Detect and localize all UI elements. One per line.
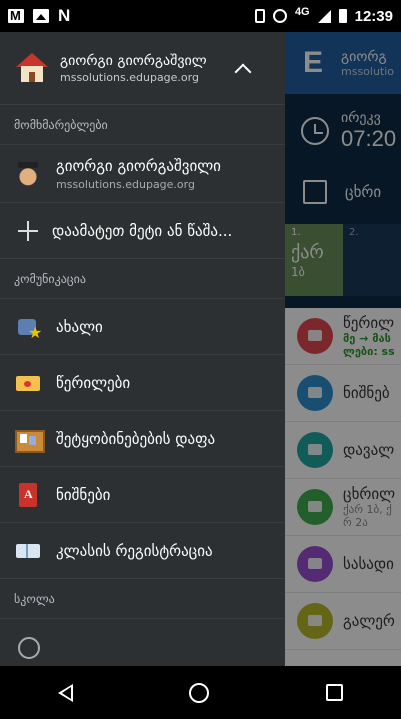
noticeboard-icon <box>14 425 45 453</box>
account-name: გიორგი გიორგაშვილ <box>60 52 207 69</box>
battery-icon <box>338 9 347 23</box>
add-or-remove-account-item[interactable]: დაამატეთ მეტი ან წაშა... <box>0 202 285 258</box>
mail-icon <box>14 369 42 397</box>
network-type: 4G <box>294 6 310 18</box>
navigation-drawer: გიორგი გიორგაშვილ mssolutions.edupage.or… <box>0 32 285 666</box>
menu-item-label: ახალი <box>56 317 103 336</box>
gallery-notification-icon <box>33 9 49 23</box>
menu-item-class-register[interactable]: კლასის რეგისტრაცია <box>0 522 285 578</box>
drawer-scrim[interactable] <box>285 32 401 666</box>
class-register-icon <box>14 537 42 565</box>
section-header-communication: კომუნიკაცია <box>0 258 285 298</box>
add-account-label: დაამატეთ მეტი ან წაშა... <box>52 221 233 240</box>
user-school: mssolutions.edupage.org <box>56 177 195 191</box>
recent-apps-icon[interactable] <box>325 684 343 701</box>
school-icon <box>14 633 42 661</box>
menu-item-label: წერილები <box>56 373 131 392</box>
menu-item-school-partial[interactable] <box>0 618 285 666</box>
menu-item-label: კლასის რეგისტრაცია <box>56 541 213 560</box>
menu-item-grades[interactable]: ნიშნები <box>0 466 285 522</box>
back-icon[interactable] <box>58 683 74 702</box>
menu-item-new[interactable]: ახალი <box>0 298 285 354</box>
status-bar: N 4G 12:39 <box>0 0 401 32</box>
account-school: mssolutions.edupage.org <box>60 70 199 84</box>
new-icon <box>14 313 42 342</box>
user-name: გიორგი გიორგაშვილი <box>56 156 221 175</box>
chevron-up-icon[interactable] <box>234 63 252 81</box>
section-header-school: სკოლა <box>0 578 285 618</box>
menu-item-label: ნიშნები <box>56 485 111 504</box>
home-icon[interactable] <box>189 682 210 703</box>
menu-item-noticeboard[interactable]: შეტყობინებების დაფა <box>0 410 285 466</box>
grades-book-icon <box>14 481 42 509</box>
gmail-notification-icon <box>8 8 24 23</box>
vibrate-icon <box>254 9 265 23</box>
system-nav-bar <box>0 666 401 719</box>
signal-icon <box>317 9 331 23</box>
user-account-item[interactable]: გიორგი გიორგაშვილი mssolutions.edupage.o… <box>0 144 285 202</box>
alarm-icon <box>272 9 287 23</box>
plus-icon <box>18 220 38 241</box>
section-header-users: მომხმარებლები <box>0 104 285 144</box>
graduate-avatar-icon <box>14 159 42 188</box>
menu-item-messages[interactable]: წერილები <box>0 354 285 410</box>
menu-item-label: შეტყობინებების დაფა <box>56 429 216 448</box>
nfc-notification-icon: N <box>58 6 71 25</box>
status-time: 12:39 <box>354 7 393 25</box>
school-house-icon <box>16 53 48 83</box>
account-header[interactable]: გიორგი გიორგაშვილ mssolutions.edupage.or… <box>0 32 285 104</box>
